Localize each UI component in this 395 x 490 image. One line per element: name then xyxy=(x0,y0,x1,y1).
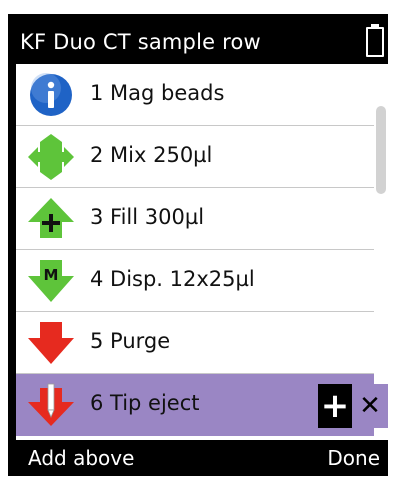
list-item-label: 1 Mag beads xyxy=(90,81,225,105)
list-item-mag-beads[interactable]: 1 Mag beads xyxy=(16,64,374,126)
scrollbar-thumb[interactable] xyxy=(376,106,386,194)
tip-eject-icon xyxy=(28,383,74,426)
done-softkey[interactable]: Done xyxy=(327,446,380,470)
list-item-purge[interactable]: 5 Purge xyxy=(16,312,374,374)
device-screen: KF Duo CT sample row 1 Mag beads 2 Mix 2… xyxy=(8,14,388,476)
battery-icon xyxy=(366,24,384,57)
list-item-label: 5 Purge xyxy=(90,329,171,353)
add-step-button[interactable]: + xyxy=(318,384,352,428)
plus-icon: + xyxy=(320,386,350,426)
fill-icon xyxy=(28,198,74,238)
svg-text:M: M xyxy=(44,266,59,284)
list-item-mix[interactable]: 2 Mix 250µl xyxy=(16,126,374,188)
close-icon: ✕ xyxy=(359,391,381,421)
mix-icon xyxy=(28,134,74,180)
list-item-label: 3 Fill 300µl xyxy=(90,205,205,229)
list-item-label: 6 Tip eject xyxy=(90,391,200,415)
add-above-softkey[interactable]: Add above xyxy=(28,446,134,470)
delete-step-button[interactable]: ✕ xyxy=(352,384,388,428)
title-bar: KF Duo CT sample row xyxy=(8,24,388,64)
info-icon xyxy=(30,73,72,116)
list-item-fill[interactable]: 3 Fill 300µl xyxy=(16,188,374,250)
list-item-dispense[interactable]: M 4 Disp. 12x25µl xyxy=(16,250,374,312)
list-item-label: 4 Disp. 12x25µl xyxy=(90,267,255,291)
dispense-icon: M xyxy=(28,260,74,302)
page-title: KF Duo CT sample row xyxy=(20,30,261,54)
list-item-label: 2 Mix 250µl xyxy=(90,143,213,167)
purge-icon xyxy=(28,322,74,364)
softkey-bar: Add above Done xyxy=(8,440,388,476)
